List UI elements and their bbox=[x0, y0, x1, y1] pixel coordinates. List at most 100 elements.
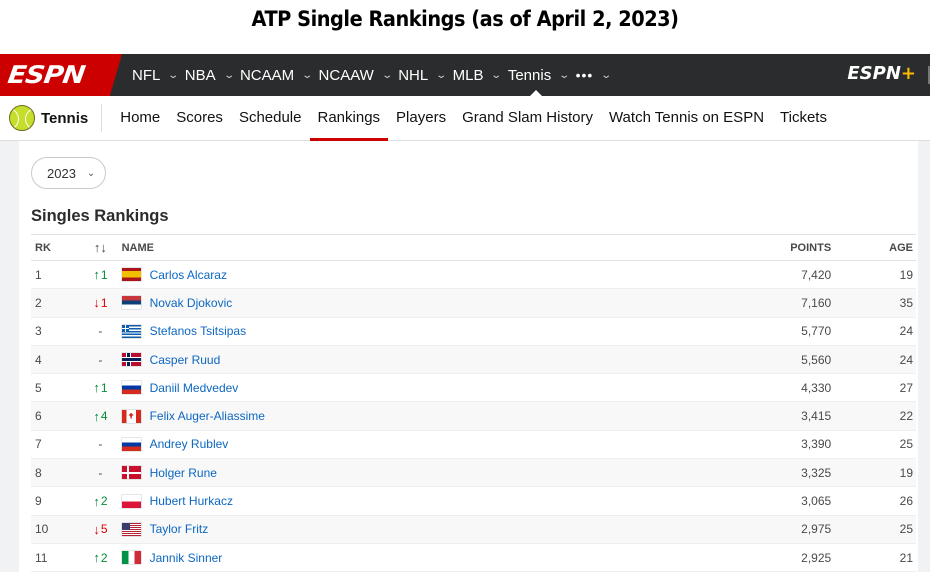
nav-sport-label: NHL bbox=[398, 66, 429, 84]
age-cell: 19 bbox=[836, 260, 916, 290]
age-cell: 19 bbox=[836, 458, 916, 488]
nav-sport-label: NFL bbox=[132, 66, 161, 84]
col-header-name[interactable]: NAME bbox=[121, 234, 617, 261]
points-cell: 3,390 bbox=[616, 430, 837, 460]
rank-cell: 10 bbox=[31, 515, 80, 544]
table-row: 9 ↑ 2 Hubert Hurkacz 3,065 26 bbox=[31, 486, 916, 516]
trend-up: ↑ 1 bbox=[93, 267, 108, 283]
col-header-trend[interactable]: ↑↓ bbox=[79, 234, 122, 261]
table-row: 5 ↑ 1 Daniil Medvedev 4,330 27 bbox=[31, 373, 916, 403]
player-link[interactable]: Daniil Medvedev bbox=[150, 381, 239, 395]
player-link[interactable]: Jannik Sinner bbox=[150, 551, 223, 565]
player-link[interactable]: Casper Ruud bbox=[150, 353, 221, 367]
nav-sport-label: NCAAW bbox=[318, 66, 374, 84]
nav-sport-nhl[interactable]: NHL ⌄ bbox=[398, 54, 452, 96]
col-header-rank[interactable]: RK bbox=[31, 234, 80, 261]
subnav-link-players[interactable]: Players bbox=[388, 96, 454, 141]
arrow-up-icon: ↑ bbox=[93, 550, 100, 566]
player-link[interactable]: Stefanos Tsitsipas bbox=[150, 324, 247, 338]
chevron-down-icon: ⌄ bbox=[381, 69, 393, 81]
flag-rus-icon bbox=[121, 437, 141, 451]
section-title: Singles Rankings bbox=[31, 207, 169, 225]
rank-cell: 9 bbox=[31, 486, 80, 516]
col-header-points[interactable]: POINTS bbox=[616, 234, 837, 261]
chevron-down-icon: ⌄ bbox=[301, 69, 314, 81]
year-select[interactable]: 2023 ⌄ bbox=[31, 157, 106, 189]
rank-cell: 7 bbox=[31, 430, 80, 460]
trend-cell: - bbox=[79, 458, 122, 488]
subnav-link-schedule[interactable]: Schedule bbox=[231, 96, 310, 141]
nav-sport-label: NBA bbox=[184, 66, 216, 84]
age-cell: 22 bbox=[836, 401, 916, 431]
age-cell: 24 bbox=[836, 317, 916, 346]
trend-none: - bbox=[98, 352, 103, 367]
trend-cell: - bbox=[79, 430, 122, 460]
espn-plus-logo[interactable]: ESPN+ bbox=[847, 63, 916, 84]
espn-top-nav: ESPN NFL ⌄ NBA ⌄ NCAAM ⌄ NCAAW ⌄ NHL ⌄ MLB ⌄ Tennis ⌄… bbox=[0, 54, 930, 96]
nav-sport-label: MLB bbox=[452, 66, 484, 84]
nav-sport-tennis[interactable]: Tennis ⌄ bbox=[508, 54, 576, 96]
chevron-down-icon: ⌄ bbox=[222, 69, 235, 81]
page-caption: ATP Single Rankings (as of April 2, 2023… bbox=[251, 7, 679, 31]
trend-cell: ↑ 1 bbox=[79, 260, 122, 290]
chevron-down-icon: ⌄ bbox=[435, 69, 448, 81]
flag-nor-icon bbox=[121, 353, 141, 367]
espn-logo[interactable]: ESPN bbox=[0, 54, 122, 96]
tennis-sub-nav: Tennis Home Scores Schedule Rankings Players… bbox=[0, 96, 930, 141]
divider bbox=[101, 104, 103, 132]
table-row: 2 ↓ 1 Novak Djokovic 7,160 35 bbox=[31, 288, 916, 318]
player-link[interactable]: Felix Auger-Aliassime bbox=[150, 409, 265, 423]
subnav-link-tickets[interactable]: Tickets bbox=[772, 96, 835, 141]
nav-sport-nfl[interactable]: NFL ⌄ bbox=[132, 54, 185, 96]
subnav-link-scores[interactable]: Scores bbox=[168, 96, 231, 141]
trend-up: ↑ 2 bbox=[93, 550, 108, 566]
table-row: 3 - Stefanos Tsitsipas 5,770 24 bbox=[31, 317, 916, 346]
subnav-link-grand-slam-history[interactable]: Grand Slam History bbox=[454, 96, 601, 141]
arrow-down-icon: ↓ bbox=[93, 521, 100, 537]
trend-cell: ↓ 1 bbox=[79, 288, 122, 318]
subnav-link-watch-tennis-on-espn[interactable]: Watch Tennis on ESPN bbox=[601, 96, 772, 141]
chevron-down-icon: ⌄ bbox=[558, 69, 571, 81]
player-link[interactable]: Andrey Rublev bbox=[150, 437, 229, 451]
trend-cell: ↑ 2 bbox=[79, 486, 122, 516]
rank-cell: 6 bbox=[31, 401, 80, 431]
table-row: 10 ↓ 5 Taylor Fritz 2,975 25 bbox=[31, 515, 916, 544]
nav-more-button[interactable]: ••• ⌄ bbox=[576, 54, 618, 96]
table-row: 7 - Andrey Rublev 3,390 25 bbox=[31, 430, 916, 460]
nav-sport-label: NCAAM bbox=[239, 66, 295, 84]
player-link[interactable]: Holger Rune bbox=[150, 466, 217, 480]
sports-menu: NFL ⌄ NBA ⌄ NCAAM ⌄ NCAAW ⌄ NHL ⌄ MLB ⌄ Tennis ⌄ ••• ⌄ bbox=[132, 54, 618, 96]
subnav-link-home[interactable]: Home bbox=[112, 96, 168, 141]
trend-cell: ↑ 2 bbox=[79, 543, 122, 572]
nav-sport-nba[interactable]: NBA ⌄ bbox=[185, 54, 240, 96]
more-dots-icon: ••• bbox=[575, 67, 594, 83]
trend-none: - bbox=[98, 437, 103, 452]
nav-sport-label: Tennis bbox=[507, 66, 552, 84]
points-cell: 3,065 bbox=[616, 486, 837, 516]
subnav-title[interactable]: Tennis bbox=[41, 110, 88, 127]
chevron-down-icon: ⌄ bbox=[600, 69, 613, 81]
rank-cell: 3 bbox=[31, 317, 80, 346]
player-link[interactable]: Taylor Fritz bbox=[150, 522, 209, 536]
col-header-age[interactable]: AGE bbox=[836, 234, 916, 261]
rank-cell: 8 bbox=[31, 458, 80, 488]
flag-pol-icon bbox=[121, 494, 141, 508]
name-cell: Hubert Hurkacz bbox=[121, 486, 617, 516]
points-cell: 5,770 bbox=[616, 317, 837, 346]
nav-sport-ncaam[interactable]: NCAAM ⌄ bbox=[240, 54, 319, 96]
year-select-value: 2023 bbox=[47, 165, 76, 181]
subnav-links: Home Scores Schedule Rankings Players Grand S… bbox=[112, 96, 835, 141]
tennis-ball-icon bbox=[9, 105, 35, 131]
points-cell: 7,420 bbox=[616, 260, 837, 290]
rankings-content: 2023 ⌄ Singles Rankings RK ↑↓ NAME POINT… bbox=[19, 141, 918, 572]
rankings-table: RK ↑↓ NAME POINTS AGE 1 ↑ 1 Carlos Alcaraz 7… bbox=[31, 234, 916, 572]
nav-sport-mlb[interactable]: MLB ⌄ bbox=[453, 54, 508, 96]
nav-sport-ncaaw[interactable]: NCAAW ⌄ bbox=[319, 54, 399, 96]
rankings-table-body: 1 ↑ 1 Carlos Alcaraz 7,420 19 2 ↓ 1 Novak Djokovi… bbox=[31, 260, 916, 572]
arrow-up-icon: ↑ bbox=[93, 408, 100, 424]
player-link[interactable]: Hubert Hurkacz bbox=[150, 494, 233, 508]
player-link[interactable]: Novak Djokovic bbox=[150, 296, 233, 310]
subnav-link-rankings[interactable]: Rankings bbox=[309, 96, 389, 141]
player-link[interactable]: Carlos Alcaraz bbox=[150, 268, 227, 282]
name-cell: Jannik Sinner bbox=[121, 543, 617, 572]
